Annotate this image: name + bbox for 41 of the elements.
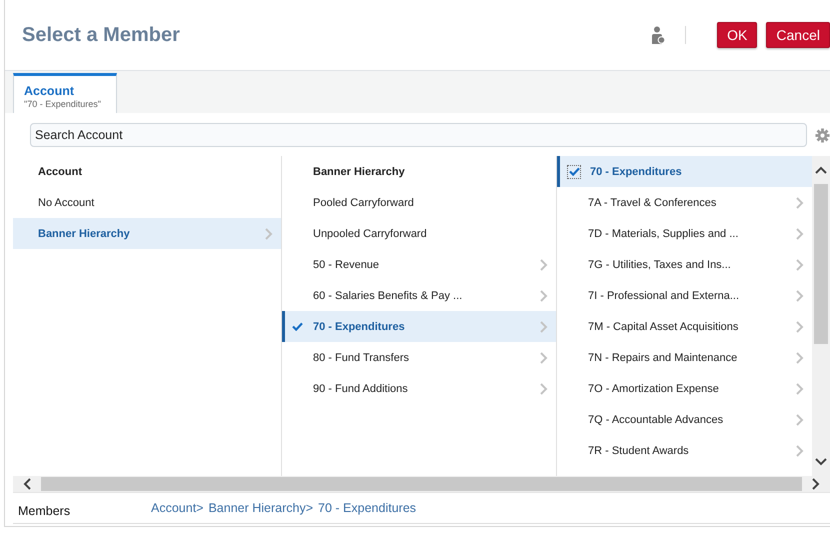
settings-icon[interactable] [815, 128, 830, 142]
chevron-up-icon [815, 166, 827, 174]
horizontal-scrollbar[interactable] [13, 476, 830, 492]
list-item[interactable]: 90 - Fund Additions [282, 373, 556, 404]
vertical-scrollbar[interactable] [812, 156, 830, 476]
breadcrumb-link[interactable]: 70 - Expenditures [318, 501, 416, 515]
breadcrumb-link[interactable]: Banner Hierarchy> [208, 501, 314, 515]
check-icon [568, 167, 580, 176]
chevron-down-icon [815, 458, 827, 466]
column-heading: Account [38, 166, 83, 178]
list-item[interactable]: 7G - Utilities, Taxes and Ins... [557, 249, 812, 280]
dialog-button[interactable]: Cancel [766, 22, 830, 48]
user-settings-icon[interactable] [651, 26, 666, 44]
list-item[interactable]: 7D - Materials, Supplies and ... [557, 218, 812, 249]
list-item[interactable]: Pooled Carryforward [282, 187, 556, 218]
footer-label: Members [17, 502, 72, 518]
list-item[interactable]: 7M - Capital Asset Acquisitions [557, 311, 812, 342]
list-item[interactable]: 80 - Fund Transfers [282, 342, 556, 373]
list-item[interactable]: 70 - Expenditures [282, 311, 556, 342]
dialog-title: Select a Member [22, 24, 180, 46]
column-heading: Banner Hierarchy [313, 166, 406, 178]
list-item[interactable]: Banner Hierarchy [13, 218, 281, 249]
breadcrumb-link[interactable]: Account> [151, 501, 204, 515]
check-icon [292, 322, 303, 331]
list-item[interactable]: 70 - Expenditures [557, 156, 812, 187]
list-item[interactable]: 60 - Salaries Benefits & Pay ... [282, 280, 556, 311]
list-item[interactable]: 7N - Repairs and Maintenance [557, 342, 812, 373]
list-item[interactable]: 7I - Professional and Externa... [557, 280, 812, 311]
list-item[interactable]: Unpooled Carryforward [282, 218, 556, 249]
list-item[interactable]: 50 - Revenue [282, 249, 556, 280]
search-field[interactable]: Search Account [30, 123, 807, 147]
dialog-button[interactable]: OK [717, 22, 758, 48]
list-item[interactable]: 7Q - Accountable Advances [557, 404, 812, 435]
chevron-left-icon [23, 478, 31, 490]
list-item[interactable]: 7O - Amortization Expense [557, 373, 812, 404]
chevron-right-icon [812, 478, 820, 490]
list-item[interactable]: No Account [13, 187, 281, 218]
checkbox[interactable] [567, 164, 581, 178]
list-item[interactable]: 7R - Student Awards [557, 435, 812, 466]
list-item[interactable]: 7A - Travel & Conferences [557, 187, 812, 218]
tab[interactable]: Account "70 - Expenditures" [13, 73, 117, 113]
